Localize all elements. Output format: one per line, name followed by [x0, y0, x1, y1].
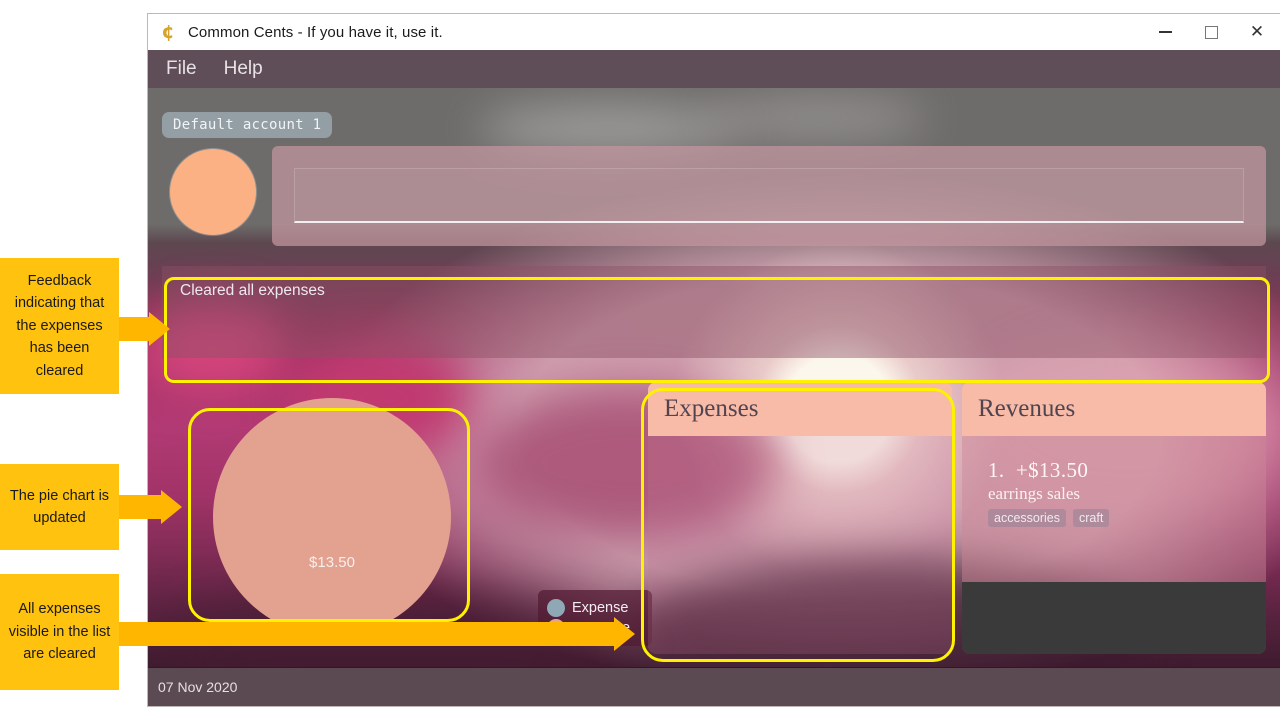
- revenue-entry-description: earrings sales: [988, 484, 1081, 503]
- annotation-pie-text: The pie chart is updated: [9, 487, 110, 526]
- close-icon: ✕: [1249, 22, 1265, 41]
- legend-label-expense: Expense: [572, 600, 629, 616]
- cent-currency-icon: ¢: [161, 21, 175, 43]
- expenses-panel: Expenses: [648, 382, 952, 654]
- annotation-arrow-pie-head: [161, 490, 182, 524]
- revenues-list[interactable]: 1. +$13.50 earrings sales accessories cr…: [962, 436, 1266, 654]
- expenses-list[interactable]: [648, 436, 952, 654]
- entry-input[interactable]: [294, 168, 1244, 223]
- annotation-arrow-feedback-shaft: [119, 317, 149, 341]
- revenues-list-empty-area: [962, 582, 1266, 654]
- maximize-icon: [1204, 25, 1218, 39]
- tag-craft[interactable]: craft: [1073, 509, 1110, 527]
- menu-item-help[interactable]: Help: [224, 58, 263, 80]
- annotation-list-text: All expenses visible in the list are cle…: [8, 601, 111, 663]
- pie-chart-area: $13.50 Expense Revenue: [188, 384, 652, 654]
- content-area: Default account 1 Cleared all expenses $…: [148, 88, 1280, 706]
- status-date: 07 Nov 2020: [158, 679, 238, 695]
- revenues-panel-header: Revenues: [962, 382, 1266, 436]
- window-title: Common Cents - If you have it, use it.: [188, 23, 443, 41]
- decorative-cloud: [708, 98, 928, 138]
- revenue-entry-tags: accessories craft: [988, 509, 1110, 527]
- pie-chart[interactable]: [213, 398, 451, 636]
- revenue-entry-value: +$13.50: [1015, 458, 1089, 482]
- avatar[interactable]: [170, 149, 256, 235]
- legend-item-expense: Expense: [547, 599, 643, 617]
- revenues-panel-title: Revenues: [978, 395, 1076, 422]
- expenses-panel-header: Expenses: [648, 382, 952, 436]
- annotation-list-note: All expenses visible in the list are cle…: [0, 574, 119, 690]
- expenses-panel-title: Expenses: [664, 395, 759, 422]
- annotation-pie-note: The pie chart is updated: [0, 464, 119, 550]
- entry-field-container: [272, 146, 1266, 246]
- legend-swatch-expense-icon: [547, 599, 565, 617]
- title-bar: ¢ Common Cents - If you have it, use it.…: [148, 14, 1280, 50]
- annotation-feedback-note: Feedback indicating that the expenses ha…: [0, 258, 119, 394]
- maximize-button[interactable]: [1188, 14, 1234, 50]
- revenues-panel: Revenues 1. +$13.50 earrings sales acces…: [962, 382, 1266, 654]
- status-bar: 07 Nov 2020: [148, 667, 1280, 706]
- application-window: ¢ Common Cents - If you have it, use it.…: [148, 14, 1280, 706]
- minimize-icon: [1158, 31, 1172, 33]
- feedback-message: Cleared all expenses: [180, 282, 325, 299]
- annotation-feedback-text: Feedback indicating that the expenses ha…: [14, 272, 105, 379]
- menu-item-file[interactable]: File: [166, 58, 197, 80]
- list-item[interactable]: 1. +$13.50 earrings sales accessories cr…: [988, 458, 1110, 527]
- close-button[interactable]: ✕: [1234, 14, 1280, 50]
- panels-row: $13.50 Expense Revenue Expenses: [148, 374, 1280, 664]
- feedback-banner: Cleared all expenses: [162, 266, 1266, 358]
- annotation-arrow-pie-shaft: [119, 495, 161, 519]
- annotation-arrow-list-shaft: [119, 622, 614, 646]
- revenue-entry-index: 1.: [988, 458, 1005, 482]
- tag-accessories[interactable]: accessories: [988, 509, 1066, 527]
- account-chip[interactable]: Default account 1: [162, 112, 333, 138]
- pie-chart-total-label: $13.50: [309, 554, 355, 571]
- entry-row: [148, 146, 1280, 256]
- revenue-entry-amount: 1. +$13.50: [988, 458, 1109, 483]
- annotation-arrow-feedback-head: [149, 312, 170, 346]
- annotation-arrow-list-head: [614, 617, 635, 651]
- minimize-button[interactable]: [1142, 14, 1188, 50]
- menu-bar: File Help: [148, 50, 1280, 88]
